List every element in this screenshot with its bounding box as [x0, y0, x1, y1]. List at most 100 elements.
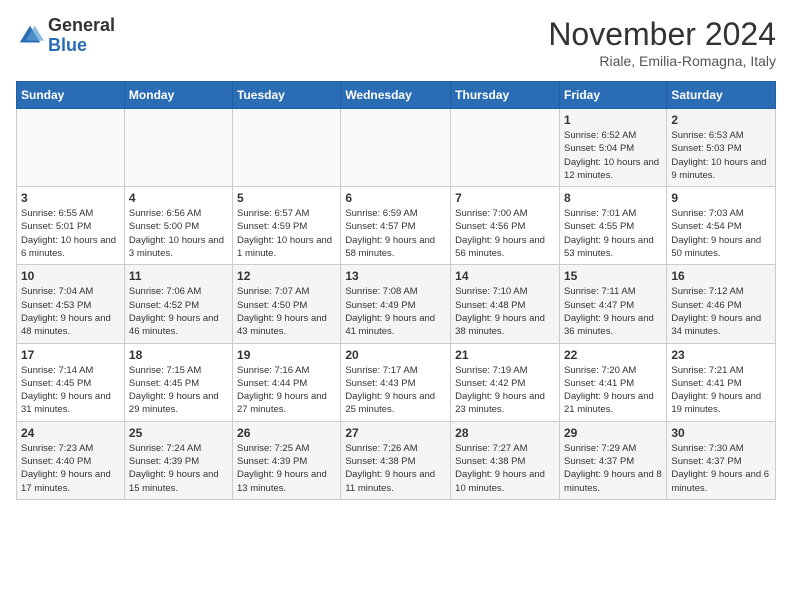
day-info: Sunrise: 7:15 AM Sunset: 4:45 PM Dayligh… [129, 364, 228, 417]
day-info: Sunrise: 7:10 AM Sunset: 4:48 PM Dayligh… [455, 285, 555, 338]
day-info: Sunrise: 7:17 AM Sunset: 4:43 PM Dayligh… [345, 364, 446, 417]
day-number: 25 [129, 426, 228, 440]
day-info: Sunrise: 7:14 AM Sunset: 4:45 PM Dayligh… [21, 364, 120, 417]
logo-text: General Blue [48, 16, 115, 56]
calendar-cell [233, 109, 341, 187]
day-number: 28 [455, 426, 555, 440]
weekday-header-row: SundayMondayTuesdayWednesdayThursdayFrid… [17, 82, 776, 109]
calendar-cell: 12 Sunrise: 7:07 AM Sunset: 4:50 PM Dayli… [233, 265, 341, 343]
calendar-cell: 20 Sunrise: 7:17 AM Sunset: 4:43 PM Dayli… [341, 343, 451, 421]
title-area: November 2024 Riale, Emilia-Romagna, Ita… [548, 16, 776, 69]
calendar-cell: 19 Sunrise: 7:16 AM Sunset: 4:44 PM Dayli… [233, 343, 341, 421]
month-title: November 2024 [548, 16, 776, 53]
calendar-cell: 8 Sunrise: 7:01 AM Sunset: 4:55 PM Daylig… [559, 187, 666, 265]
calendar-cell: 2Sunrise: 6:53 AM Sunset: 5:03 PM Daylig… [667, 109, 776, 187]
calendar-cell: 22 Sunrise: 7:20 AM Sunset: 4:41 PM Dayli… [559, 343, 666, 421]
day-number: 16 [671, 269, 771, 283]
calendar-cell: 24Sunrise: 7:23 AM Sunset: 4:40 PM Dayli… [17, 421, 125, 499]
day-number: 7 [455, 191, 555, 205]
calendar-cell: 5 Sunrise: 6:57 AM Sunset: 4:59 PM Daylig… [233, 187, 341, 265]
calendar-cell [124, 109, 232, 187]
day-info: Sunrise: 7:27 AM Sunset: 4:38 PM Dayligh… [455, 442, 555, 495]
day-info: Sunrise: 6:56 AM Sunset: 5:00 PM Dayligh… [129, 207, 228, 260]
day-info: Sunrise: 7:00 AM Sunset: 4:56 PM Dayligh… [455, 207, 555, 260]
day-number: 27 [345, 426, 446, 440]
calendar-cell: 28 Sunrise: 7:27 AM Sunset: 4:38 PM Dayli… [451, 421, 560, 499]
logo-general: General [48, 15, 115, 35]
weekday-header-monday: Monday [124, 82, 232, 109]
day-info: Sunrise: 7:06 AM Sunset: 4:52 PM Dayligh… [129, 285, 228, 338]
day-info: Sunrise: 7:16 AM Sunset: 4:44 PM Dayligh… [237, 364, 336, 417]
location: Riale, Emilia-Romagna, Italy [548, 53, 776, 69]
calendar-cell: 13 Sunrise: 7:08 AM Sunset: 4:49 PM Dayli… [341, 265, 451, 343]
day-info: Sunrise: 7:19 AM Sunset: 4:42 PM Dayligh… [455, 364, 555, 417]
logo-icon [16, 22, 44, 50]
day-number: 19 [237, 348, 336, 362]
day-number: 15 [564, 269, 662, 283]
day-number: 18 [129, 348, 228, 362]
day-info: Sunrise: 7:04 AM Sunset: 4:53 PM Dayligh… [21, 285, 120, 338]
day-info: Sunrise: 7:21 AM Sunset: 4:41 PM Dayligh… [671, 364, 771, 417]
day-info: Sunrise: 7:08 AM Sunset: 4:49 PM Dayligh… [345, 285, 446, 338]
day-number: 12 [237, 269, 336, 283]
calendar-week-row: 10 Sunrise: 7:04 AM Sunset: 4:53 PM Dayli… [17, 265, 776, 343]
day-number: 14 [455, 269, 555, 283]
calendar-cell: 21 Sunrise: 7:19 AM Sunset: 4:42 PM Dayli… [451, 343, 560, 421]
day-info: Sunrise: 7:07 AM Sunset: 4:50 PM Dayligh… [237, 285, 336, 338]
calendar-cell: 17 Sunrise: 7:14 AM Sunset: 4:45 PM Dayli… [17, 343, 125, 421]
day-info: Sunrise: 7:12 AM Sunset: 4:46 PM Dayligh… [671, 285, 771, 338]
day-info: Sunrise: 6:57 AM Sunset: 4:59 PM Dayligh… [237, 207, 336, 260]
day-number: 8 [564, 191, 662, 205]
weekday-header-wednesday: Wednesday [341, 82, 451, 109]
calendar-cell [451, 109, 560, 187]
day-info: Sunrise: 7:01 AM Sunset: 4:55 PM Dayligh… [564, 207, 662, 260]
day-number: 5 [237, 191, 336, 205]
day-info: Sunrise: 7:25 AM Sunset: 4:39 PM Dayligh… [237, 442, 336, 495]
day-number: 30 [671, 426, 771, 440]
day-number: 21 [455, 348, 555, 362]
weekday-header-tuesday: Tuesday [233, 82, 341, 109]
calendar-cell: 4 Sunrise: 6:56 AM Sunset: 5:00 PM Daylig… [124, 187, 232, 265]
day-number: 26 [237, 426, 336, 440]
day-info: Sunrise: 7:30 AM Sunset: 4:37 PM Dayligh… [671, 442, 771, 495]
calendar-cell: 18 Sunrise: 7:15 AM Sunset: 4:45 PM Dayli… [124, 343, 232, 421]
day-number: 10 [21, 269, 120, 283]
day-number: 6 [345, 191, 446, 205]
calendar-cell [17, 109, 125, 187]
day-info: Sunrise: 6:52 AM Sunset: 5:04 PM Dayligh… [564, 129, 662, 182]
day-number: 17 [21, 348, 120, 362]
day-info: Sunrise: 7:24 AM Sunset: 4:39 PM Dayligh… [129, 442, 228, 495]
calendar-week-row: 1 Sunrise: 6:52 AM Sunset: 5:04 PM Daylig… [17, 109, 776, 187]
calendar-cell: 3Sunrise: 6:55 AM Sunset: 5:01 PM Daylig… [17, 187, 125, 265]
day-number: 4 [129, 191, 228, 205]
calendar-cell: 11Sunrise: 7:06 AM Sunset: 4:52 PM Dayli… [124, 265, 232, 343]
calendar-week-row: 17 Sunrise: 7:14 AM Sunset: 4:45 PM Dayli… [17, 343, 776, 421]
calendar-cell: 26 Sunrise: 7:25 AM Sunset: 4:39 PM Dayli… [233, 421, 341, 499]
day-number: 23 [671, 348, 771, 362]
calendar-cell: 9 Sunrise: 7:03 AM Sunset: 4:54 PM Daylig… [667, 187, 776, 265]
day-number: 3 [21, 191, 120, 205]
calendar-cell: 6Sunrise: 6:59 AM Sunset: 4:57 PM Daylig… [341, 187, 451, 265]
calendar-week-row: 24Sunrise: 7:23 AM Sunset: 4:40 PM Dayli… [17, 421, 776, 499]
calendar-cell: 30 Sunrise: 7:30 AM Sunset: 4:37 PM Dayli… [667, 421, 776, 499]
day-number: 13 [345, 269, 446, 283]
calendar-cell: 29Sunrise: 7:29 AM Sunset: 4:37 PM Dayli… [559, 421, 666, 499]
day-info: Sunrise: 7:20 AM Sunset: 4:41 PM Dayligh… [564, 364, 662, 417]
header: General Blue November 2024 Riale, Emilia… [16, 16, 776, 69]
calendar: SundayMondayTuesdayWednesdayThursdayFrid… [16, 81, 776, 500]
day-info: Sunrise: 7:26 AM Sunset: 4:38 PM Dayligh… [345, 442, 446, 495]
calendar-week-row: 3Sunrise: 6:55 AM Sunset: 5:01 PM Daylig… [17, 187, 776, 265]
day-number: 22 [564, 348, 662, 362]
weekday-header-sunday: Sunday [17, 82, 125, 109]
calendar-cell: 14 Sunrise: 7:10 AM Sunset: 4:48 PM Dayli… [451, 265, 560, 343]
calendar-cell: 10 Sunrise: 7:04 AM Sunset: 4:53 PM Dayli… [17, 265, 125, 343]
calendar-cell [341, 109, 451, 187]
day-number: 9 [671, 191, 771, 205]
day-number: 1 [564, 113, 662, 127]
day-info: Sunrise: 7:03 AM Sunset: 4:54 PM Dayligh… [671, 207, 771, 260]
logo-blue: Blue [48, 35, 87, 55]
day-number: 29 [564, 426, 662, 440]
logo: General Blue [16, 16, 115, 56]
day-number: 20 [345, 348, 446, 362]
day-number: 2 [671, 113, 771, 127]
